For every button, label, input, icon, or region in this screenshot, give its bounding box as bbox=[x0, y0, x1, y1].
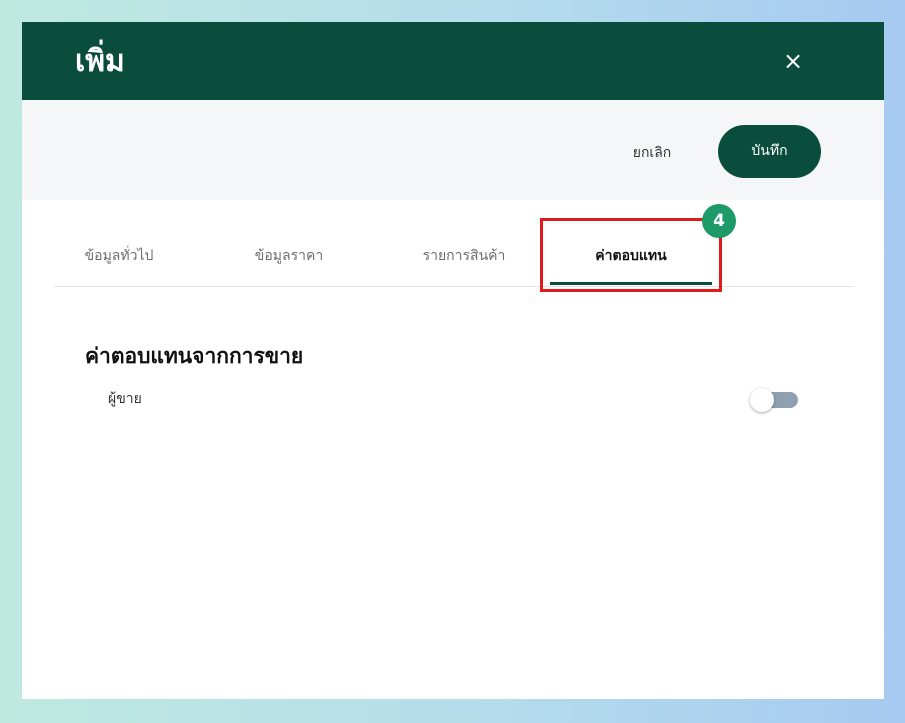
save-button[interactable]: บันทึก bbox=[718, 125, 821, 178]
highlight-annotation bbox=[540, 218, 722, 292]
step-badge: 4 bbox=[702, 204, 736, 238]
tab-price-info[interactable]: ข้อมูลราคา bbox=[224, 242, 354, 284]
tab-bar: ข้อมูลทั่วไป ข้อมูลราคา รายการสินค้า ค่า… bbox=[54, 242, 854, 287]
tab-general-info[interactable]: ข้อมูลทั่วไป bbox=[54, 242, 184, 284]
cancel-button[interactable]: ยกเลิก bbox=[602, 138, 702, 168]
section-title: ค่าตอบแทนจากการขาย bbox=[85, 344, 304, 368]
dialog-header: เพิ่ม × bbox=[22, 22, 884, 100]
toggle-knob bbox=[750, 388, 774, 412]
seller-toggle[interactable] bbox=[750, 388, 800, 412]
dialog-title: เพิ่ม bbox=[75, 44, 125, 79]
tab-product-list[interactable]: รายการสินค้า bbox=[394, 242, 534, 284]
add-dialog: เพิ่ม × ยกเลิก บันทึก ข้อมูลทั่วไป ข้อมู… bbox=[22, 22, 884, 699]
close-icon[interactable]: × bbox=[778, 46, 808, 76]
action-toolbar: ยกเลิก บันทึก bbox=[22, 100, 884, 200]
seller-label: ผู้ขาย bbox=[108, 391, 142, 407]
